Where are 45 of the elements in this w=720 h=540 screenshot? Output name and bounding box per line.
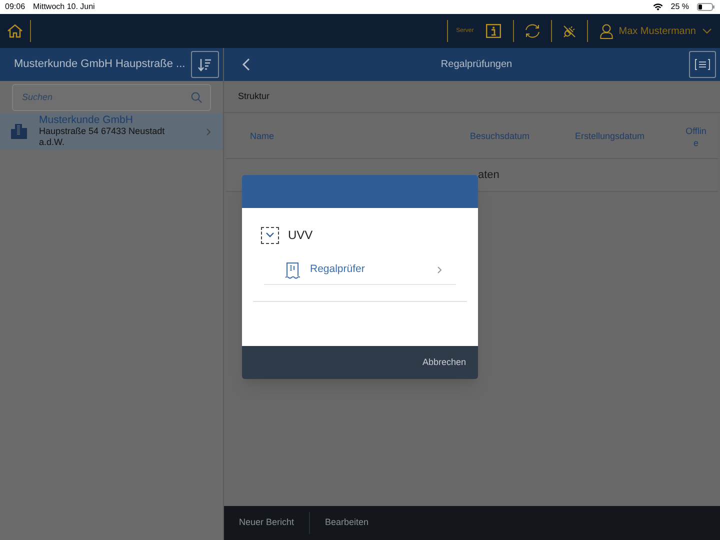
- chevron-right-icon: [437, 266, 442, 274]
- search-icon: [191, 92, 202, 102]
- sort-button[interactable]: [191, 51, 219, 78]
- battery-percent: 25 %: [670, 1, 689, 13]
- back-icon: [242, 58, 250, 71]
- section-title: Struktur: [238, 90, 270, 103]
- tree-node-label: UVV: [288, 227, 313, 244]
- wifi-icon: [652, 3, 663, 11]
- empty-text: aten: [478, 168, 500, 183]
- status-date: Mittwoch 10. Juni: [33, 1, 95, 13]
- chevron-down-icon: [265, 230, 275, 240]
- tree-child-label: Regalprüfer: [310, 262, 366, 278]
- user-icon: [600, 24, 613, 38]
- status-time: 09:06: [5, 1, 26, 13]
- unplugged-icon: [562, 24, 576, 38]
- cancel-button[interactable]: Abbrechen: [422, 356, 466, 370]
- expand-toggle[interactable]: [261, 226, 279, 244]
- sort-icon: [198, 58, 212, 72]
- column-header: Name: [250, 130, 276, 143]
- battery-icon: [697, 3, 715, 11]
- customer-name: Musterkunde GmbH: [39, 115, 134, 126]
- info-button[interactable]: [486, 24, 501, 38]
- page-title: Regalprüfungen: [440, 58, 514, 72]
- offline-button[interactable]: [562, 24, 576, 38]
- column-header: Besuchsdatum: [470, 130, 531, 143]
- user-menu[interactable]: Max Mustermann: [600, 24, 712, 38]
- tree-child-item[interactable]: Regalprüfer: [264, 256, 456, 285]
- customer-list-item[interactable]: Musterkunde GmbH Haupstraße 54 67433 Neustadt a.d.W.: [0, 113, 223, 150]
- column-header: Erstellungsdatum: [575, 130, 646, 143]
- search-field[interactable]: Suchen: [12, 84, 211, 110]
- list-menu-button[interactable]: [689, 51, 716, 78]
- home-icon: [7, 24, 23, 38]
- document-icon: [285, 262, 300, 278]
- sync-icon: [524, 23, 541, 39]
- footer-button[interactable]: Bearbeiten: [310, 506, 384, 540]
- sync-button[interactable]: [524, 23, 541, 39]
- building-icon: [10, 123, 29, 140]
- master-title: Musterkunde GmbH Haupstraße ...: [14, 57, 186, 72]
- customer-address: Haupstraße 54 67433 Neustadt a.d.W.: [39, 126, 166, 148]
- chevron-right-icon: [206, 128, 211, 136]
- footer-button[interactable]: Neuer Bericht: [224, 506, 310, 540]
- info-icon: [486, 24, 501, 38]
- list-icon: [695, 59, 710, 70]
- chevron-down-icon: [702, 28, 712, 34]
- column-header: Offlin e: [684, 124, 708, 148]
